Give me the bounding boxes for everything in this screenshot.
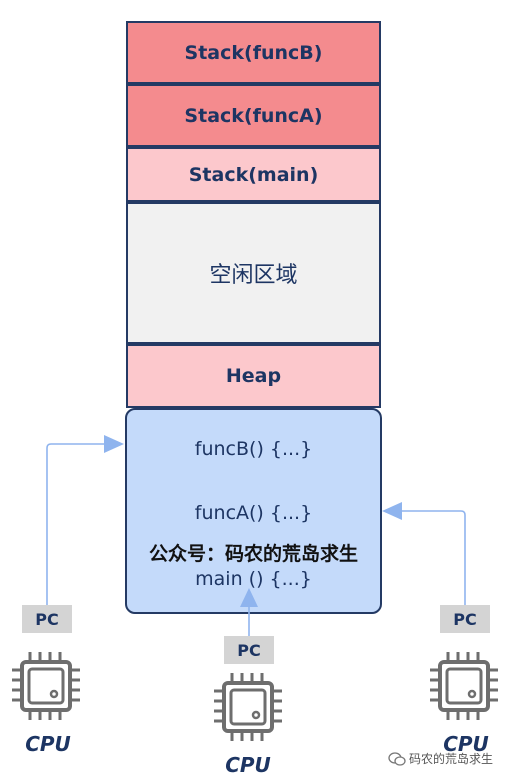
arrow-cpu-right-head — [382, 502, 402, 520]
arrow-cpu-left-head — [104, 435, 124, 453]
arrow-cpu-right-path — [400, 510, 466, 605]
pc-label: PC — [35, 609, 59, 629]
cpu-chip-icon — [214, 673, 282, 741]
pc-label: PC — [237, 640, 261, 660]
cpu-chip-icon — [430, 652, 498, 720]
pc-register-right: PC — [440, 605, 490, 633]
pc-register-middle: PC — [224, 636, 274, 664]
cpu-label-middle: CPU — [225, 753, 271, 777]
credit-text: 码农的荒岛求生 — [409, 752, 494, 766]
pc-label: PC — [453, 609, 477, 629]
arrow-cpu-mid-head — [240, 588, 258, 607]
arrow-cpu-left-path — [46, 443, 108, 605]
wechat-icon — [388, 751, 406, 766]
credit: 码农的荒岛求生 — [388, 750, 493, 767]
cpu-label-left: CPU — [25, 732, 71, 756]
pc-register-left: PC — [22, 605, 72, 633]
cpu-chip-icon — [12, 652, 80, 720]
